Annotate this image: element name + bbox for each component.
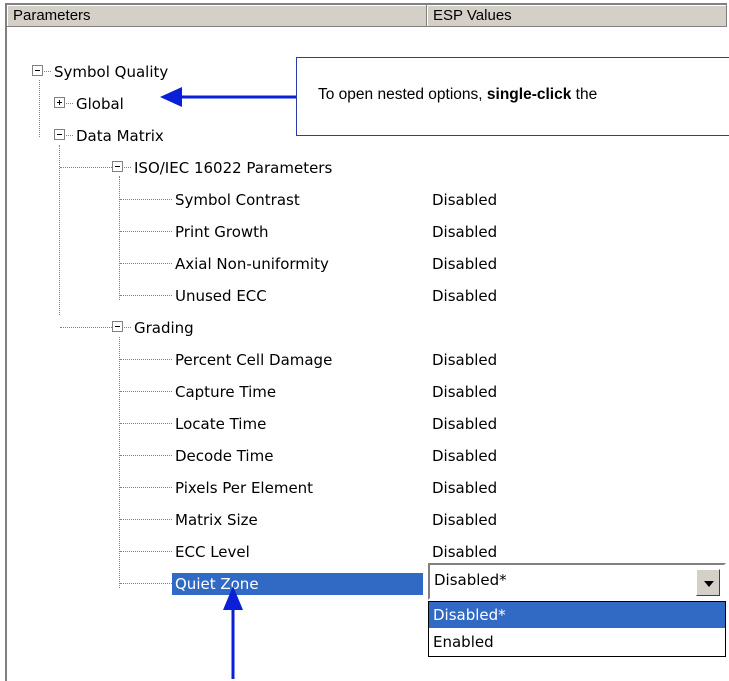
param-label: Symbol Contrast <box>175 191 300 209</box>
param-value[interactable]: Disabled <box>432 189 497 211</box>
collapse-icon[interactable] <box>112 161 123 172</box>
tree-row-decode-time[interactable]: Decode Time Disabled <box>7 440 727 472</box>
dropdown-options-list: Disabled* Enabled <box>428 601 726 657</box>
tree-row-symbol-contrast[interactable]: Symbol Contrast Disabled <box>7 184 727 216</box>
chevron-down-icon <box>704 581 714 587</box>
param-value[interactable]: Disabled <box>432 541 497 563</box>
param-label: Print Growth <box>175 223 269 241</box>
expand-icon[interactable] <box>54 97 65 108</box>
param-label-selected: Quiet Zone <box>172 573 423 595</box>
tree-row-pixels-per-element[interactable]: Pixels Per Element Disabled <box>7 472 727 504</box>
param-label: Matrix Size <box>175 511 258 529</box>
tree-row-axial-non-uniformity[interactable]: Axial Non-uniformity Disabled <box>7 248 727 280</box>
tree-row-percent-cell-damage[interactable]: Percent Cell Damage Disabled <box>7 344 727 376</box>
tree-label: Data Matrix <box>76 127 164 145</box>
dropdown-option-disabled[interactable]: Disabled* <box>429 602 725 628</box>
tree-label: Grading <box>134 319 194 337</box>
param-value[interactable]: Disabled <box>432 349 497 371</box>
param-label: Locate Time <box>175 415 267 433</box>
param-label: Pixels Per Element <box>175 479 314 497</box>
dropdown-current-value: Disabled* <box>434 571 507 589</box>
tree-row-grading[interactable]: Grading <box>7 312 727 344</box>
param-value[interactable]: Disabled <box>432 221 497 243</box>
collapse-icon[interactable] <box>32 65 43 76</box>
param-value[interactable]: Disabled <box>432 445 497 467</box>
quiet-zone-dropdown[interactable]: Disabled* <box>428 563 726 600</box>
column-header-parameters[interactable]: Parameters <box>7 5 427 27</box>
param-label: Unused ECC <box>175 287 267 305</box>
param-value[interactable]: Disabled <box>432 285 497 307</box>
param-value[interactable]: Disabled <box>432 381 497 403</box>
tree-row-unused-ecc[interactable]: Unused ECC Disabled <box>7 280 727 312</box>
tree-label: ISO/IEC 16022 Parameters <box>134 159 333 177</box>
param-value[interactable]: Disabled <box>432 477 497 499</box>
param-label: Percent Cell Damage <box>175 351 333 369</box>
tree-row-capture-time[interactable]: Capture Time Disabled <box>7 376 727 408</box>
param-label: Capture Time <box>175 383 277 401</box>
tree-label: Symbol Quality <box>54 63 169 81</box>
callout-text: To open nested options, single-click the <box>318 86 598 103</box>
dropdown-option-enabled[interactable]: Enabled <box>429 629 725 655</box>
param-value[interactable]: Disabled <box>432 413 497 435</box>
tree-row-matrix-size[interactable]: Matrix Size Disabled <box>7 504 727 536</box>
tree-row-iso-parameters[interactable]: ISO/IEC 16022 Parameters <box>7 152 727 184</box>
param-label: Decode Time <box>175 447 274 465</box>
collapse-icon[interactable] <box>54 129 65 140</box>
column-header-parameters-label: Parameters <box>13 7 91 24</box>
tree-row-locate-time[interactable]: Locate Time Disabled <box>7 408 727 440</box>
tree-label: Global <box>76 95 124 113</box>
param-label: Axial Non-uniformity <box>175 255 329 273</box>
column-header-values-label: ESP Values <box>433 7 512 24</box>
instruction-callout: To open nested options, single-click the <box>296 57 729 136</box>
param-label: ECC Level <box>175 543 250 561</box>
column-header-esp-values[interactable]: ESP Values <box>427 5 727 27</box>
dropdown-arrow-button[interactable] <box>696 569 720 596</box>
collapse-icon[interactable] <box>112 321 123 332</box>
tree-row-print-growth[interactable]: Print Growth Disabled <box>7 216 727 248</box>
param-value[interactable]: Disabled <box>432 253 497 275</box>
param-value[interactable]: Disabled <box>432 509 497 531</box>
